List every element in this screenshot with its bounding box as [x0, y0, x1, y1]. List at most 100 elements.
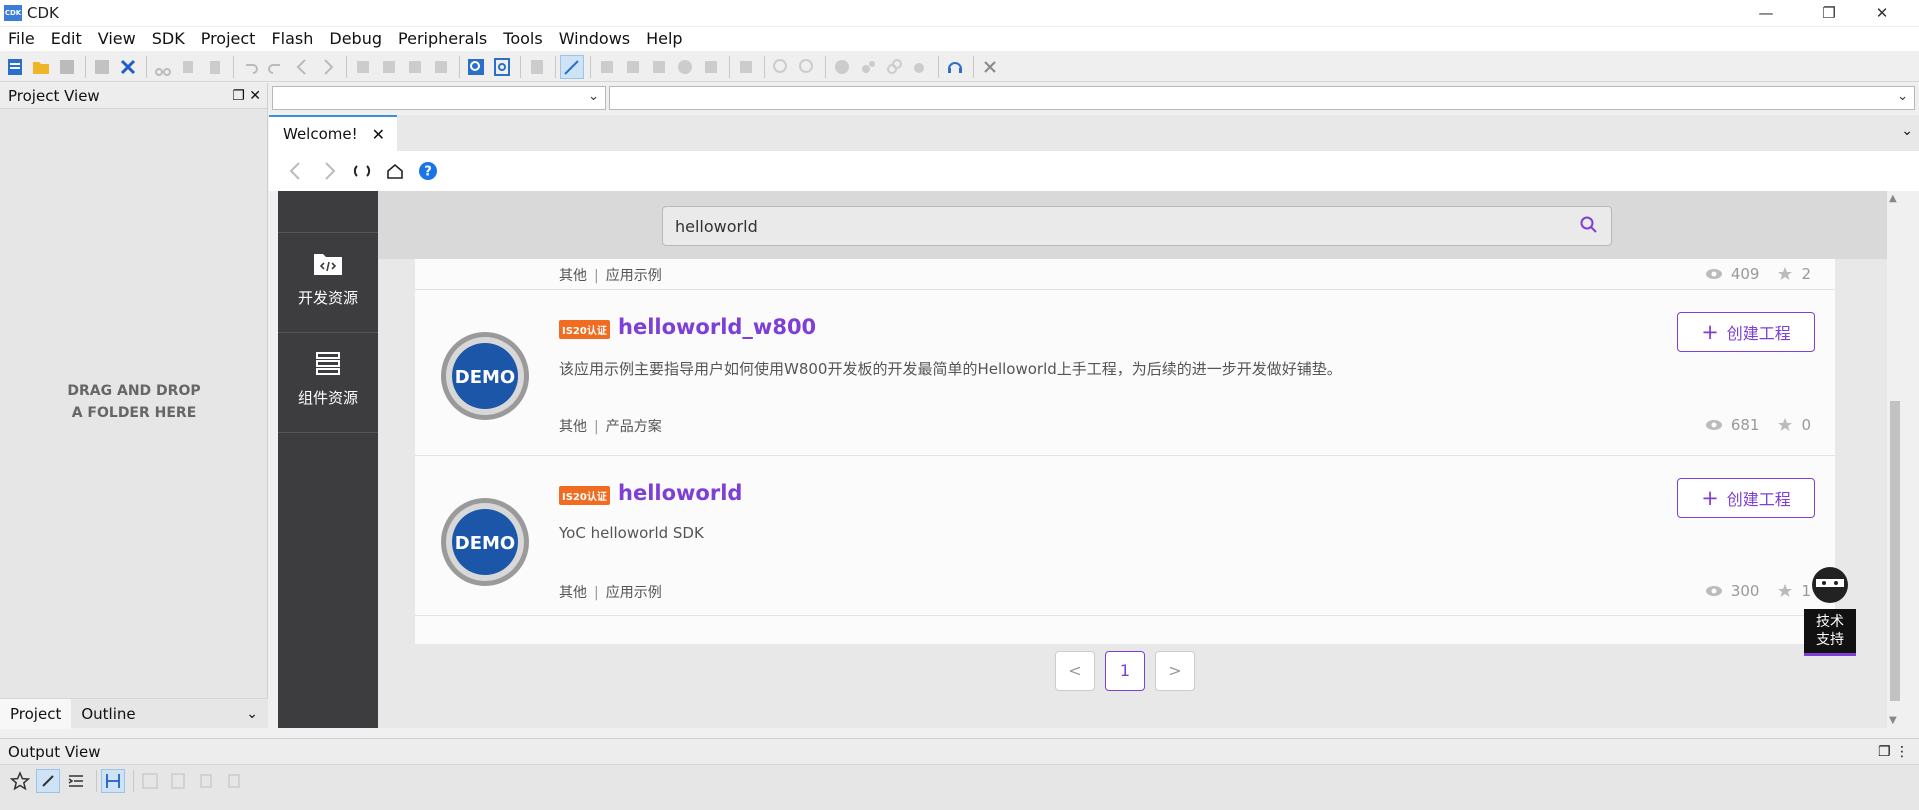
menu-project[interactable]: Project — [193, 27, 264, 51]
close-window-button[interactable]: ✕ — [1859, 0, 1905, 26]
search-input[interactable] — [663, 207, 1563, 245]
star-icon[interactable] — [1777, 417, 1793, 433]
undo-icon[interactable] — [238, 55, 262, 79]
minimize-button[interactable]: — — [1743, 0, 1789, 26]
tab-welcome[interactable]: Welcome! ✕ — [269, 115, 397, 151]
list-item[interactable]: DEMO IS20认证 helloworld YoC helloworld SD… — [415, 456, 1835, 616]
list-item[interactable]: DEMO IS20认证 helloworld_w800 该应用示例主要指导用户如… — [415, 290, 1835, 456]
find-in-files-icon[interactable] — [490, 55, 514, 79]
star-icon[interactable] — [1777, 583, 1793, 599]
scroll-down-icon[interactable]: ▼ — [1889, 715, 1897, 726]
split-icon[interactable] — [101, 769, 125, 793]
bookmark-icon[interactable] — [351, 55, 375, 79]
tag-type[interactable]: 应用示例 — [606, 585, 662, 601]
scroll-up-icon[interactable]: ▲ — [1889, 193, 1897, 204]
stop-build-icon[interactable] — [673, 55, 697, 79]
download-icon[interactable] — [166, 769, 190, 793]
paste-icon[interactable] — [222, 769, 246, 793]
open-folder-icon[interactable] — [29, 55, 53, 79]
menu-edit[interactable]: Edit — [43, 27, 90, 51]
tag-category[interactable]: 其他 — [559, 419, 587, 435]
bookmark-prev-icon[interactable] — [377, 55, 401, 79]
close-icon[interactable]: ✕ — [372, 125, 385, 144]
sidebar-item-component-resources[interactable]: 组件资源 — [278, 333, 378, 433]
debug-link-icon[interactable] — [882, 55, 906, 79]
menu-file[interactable]: File — [0, 27, 43, 51]
bookmark-clear-icon[interactable] — [429, 55, 453, 79]
sidebar-item-previous[interactable] — [278, 191, 378, 233]
close-project-icon[interactable] — [116, 55, 140, 79]
back-icon[interactable] — [281, 156, 311, 186]
create-project-button[interactable]: + 创建工程 — [1677, 312, 1815, 352]
new-file-icon[interactable] — [3, 55, 27, 79]
flash-download-icon[interactable] — [734, 55, 758, 79]
debug-start-icon[interactable] — [830, 55, 854, 79]
build-all-icon[interactable] — [647, 55, 671, 79]
build-config-icon[interactable] — [560, 54, 584, 79]
rebuild-icon[interactable] — [621, 55, 645, 79]
create-project-button[interactable]: + 创建工程 — [1677, 478, 1815, 518]
file-scope-select[interactable]: ⌄ — [272, 86, 606, 110]
help-icon[interactable]: ? — [413, 156, 443, 186]
panel-float-close-icon[interactable]: ❐ ✕ — [232, 88, 261, 104]
menu-windows[interactable]: Windows — [551, 27, 638, 51]
prev-page-button[interactable]: < — [1055, 651, 1095, 691]
tag-category[interactable]: 其他 — [559, 268, 587, 284]
forward-icon[interactable] — [314, 156, 344, 186]
card-title[interactable]: helloworld_w800 — [618, 315, 816, 339]
paste-icon[interactable] — [203, 55, 227, 79]
menu-peripherals[interactable]: Peripherals — [390, 27, 495, 51]
indent-icon[interactable] — [64, 769, 88, 793]
tab-project[interactable]: Project — [0, 698, 72, 729]
menu-view[interactable]: View — [90, 27, 144, 51]
forward-icon[interactable] — [316, 55, 340, 79]
sidebar-item-dev-resources[interactable]: 开发资源 — [278, 233, 378, 333]
menu-tools[interactable]: Tools — [495, 27, 550, 51]
symbol-select[interactable]: ⌄ — [609, 86, 1915, 110]
tag-type[interactable]: 应用示例 — [606, 268, 662, 284]
tag-type[interactable]: 产品方案 — [606, 419, 662, 435]
tech-support-widget[interactable]: 技术 支持 — [1804, 561, 1856, 656]
link-icon[interactable] — [36, 769, 60, 793]
tag-category[interactable]: 其他 — [559, 585, 587, 601]
scroll-thumb[interactable] — [1890, 401, 1900, 701]
menu-help[interactable]: Help — [638, 27, 690, 51]
headset-support-icon[interactable] — [943, 55, 967, 79]
tab-outline[interactable]: Outline — [71, 699, 145, 729]
plugin-icon[interactable] — [978, 55, 1002, 79]
build-icon[interactable] — [595, 55, 619, 79]
page-1-button[interactable]: 1 — [1105, 651, 1145, 691]
search-icon[interactable] — [1579, 215, 1599, 235]
bookmark-next-icon[interactable] — [403, 55, 427, 79]
menu-debug[interactable]: Debug — [321, 27, 390, 51]
zoom-out-icon[interactable] — [795, 55, 819, 79]
star-icon[interactable] — [1777, 266, 1793, 282]
home-icon[interactable] — [380, 156, 410, 186]
gear-icon[interactable] — [55, 55, 79, 79]
copy-icon[interactable] — [177, 55, 201, 79]
drop-zone-hint[interactable]: DRAG AND DROP A FOLDER HERE — [0, 380, 268, 424]
redo-icon[interactable] — [264, 55, 288, 79]
clear-output-icon[interactable] — [138, 769, 162, 793]
maximize-button[interactable]: ❐ — [1806, 0, 1852, 26]
clean-icon[interactable] — [699, 55, 723, 79]
chevron-down-icon[interactable]: ⌄ — [1901, 123, 1913, 139]
star-outline-icon[interactable] — [8, 769, 32, 793]
find-icon[interactable] — [464, 55, 488, 79]
web-scrollbar[interactable]: ▲ ▼ — [1887, 191, 1903, 728]
refresh-icon[interactable] — [347, 156, 377, 186]
search-doc-icon[interactable] — [525, 55, 549, 79]
next-page-button[interactable]: > — [1155, 651, 1195, 691]
card-title[interactable]: helloworld — [618, 481, 742, 505]
back-icon[interactable] — [290, 55, 314, 79]
cut-icon[interactable] — [151, 55, 175, 79]
debug-disconnect-icon[interactable] — [908, 55, 932, 79]
menu-flash[interactable]: Flash — [263, 27, 321, 51]
copy-icon[interactable] — [194, 769, 218, 793]
save-icon[interactable] — [90, 55, 114, 79]
chevron-down-icon[interactable]: ⌄ — [246, 706, 258, 722]
panel-float-menu-icon[interactable]: ❐ ⋮ — [1878, 744, 1909, 760]
menu-sdk[interactable]: SDK — [144, 27, 193, 51]
debug-connect-icon[interactable] — [856, 55, 880, 79]
zoom-in-icon[interactable] — [769, 55, 793, 79]
